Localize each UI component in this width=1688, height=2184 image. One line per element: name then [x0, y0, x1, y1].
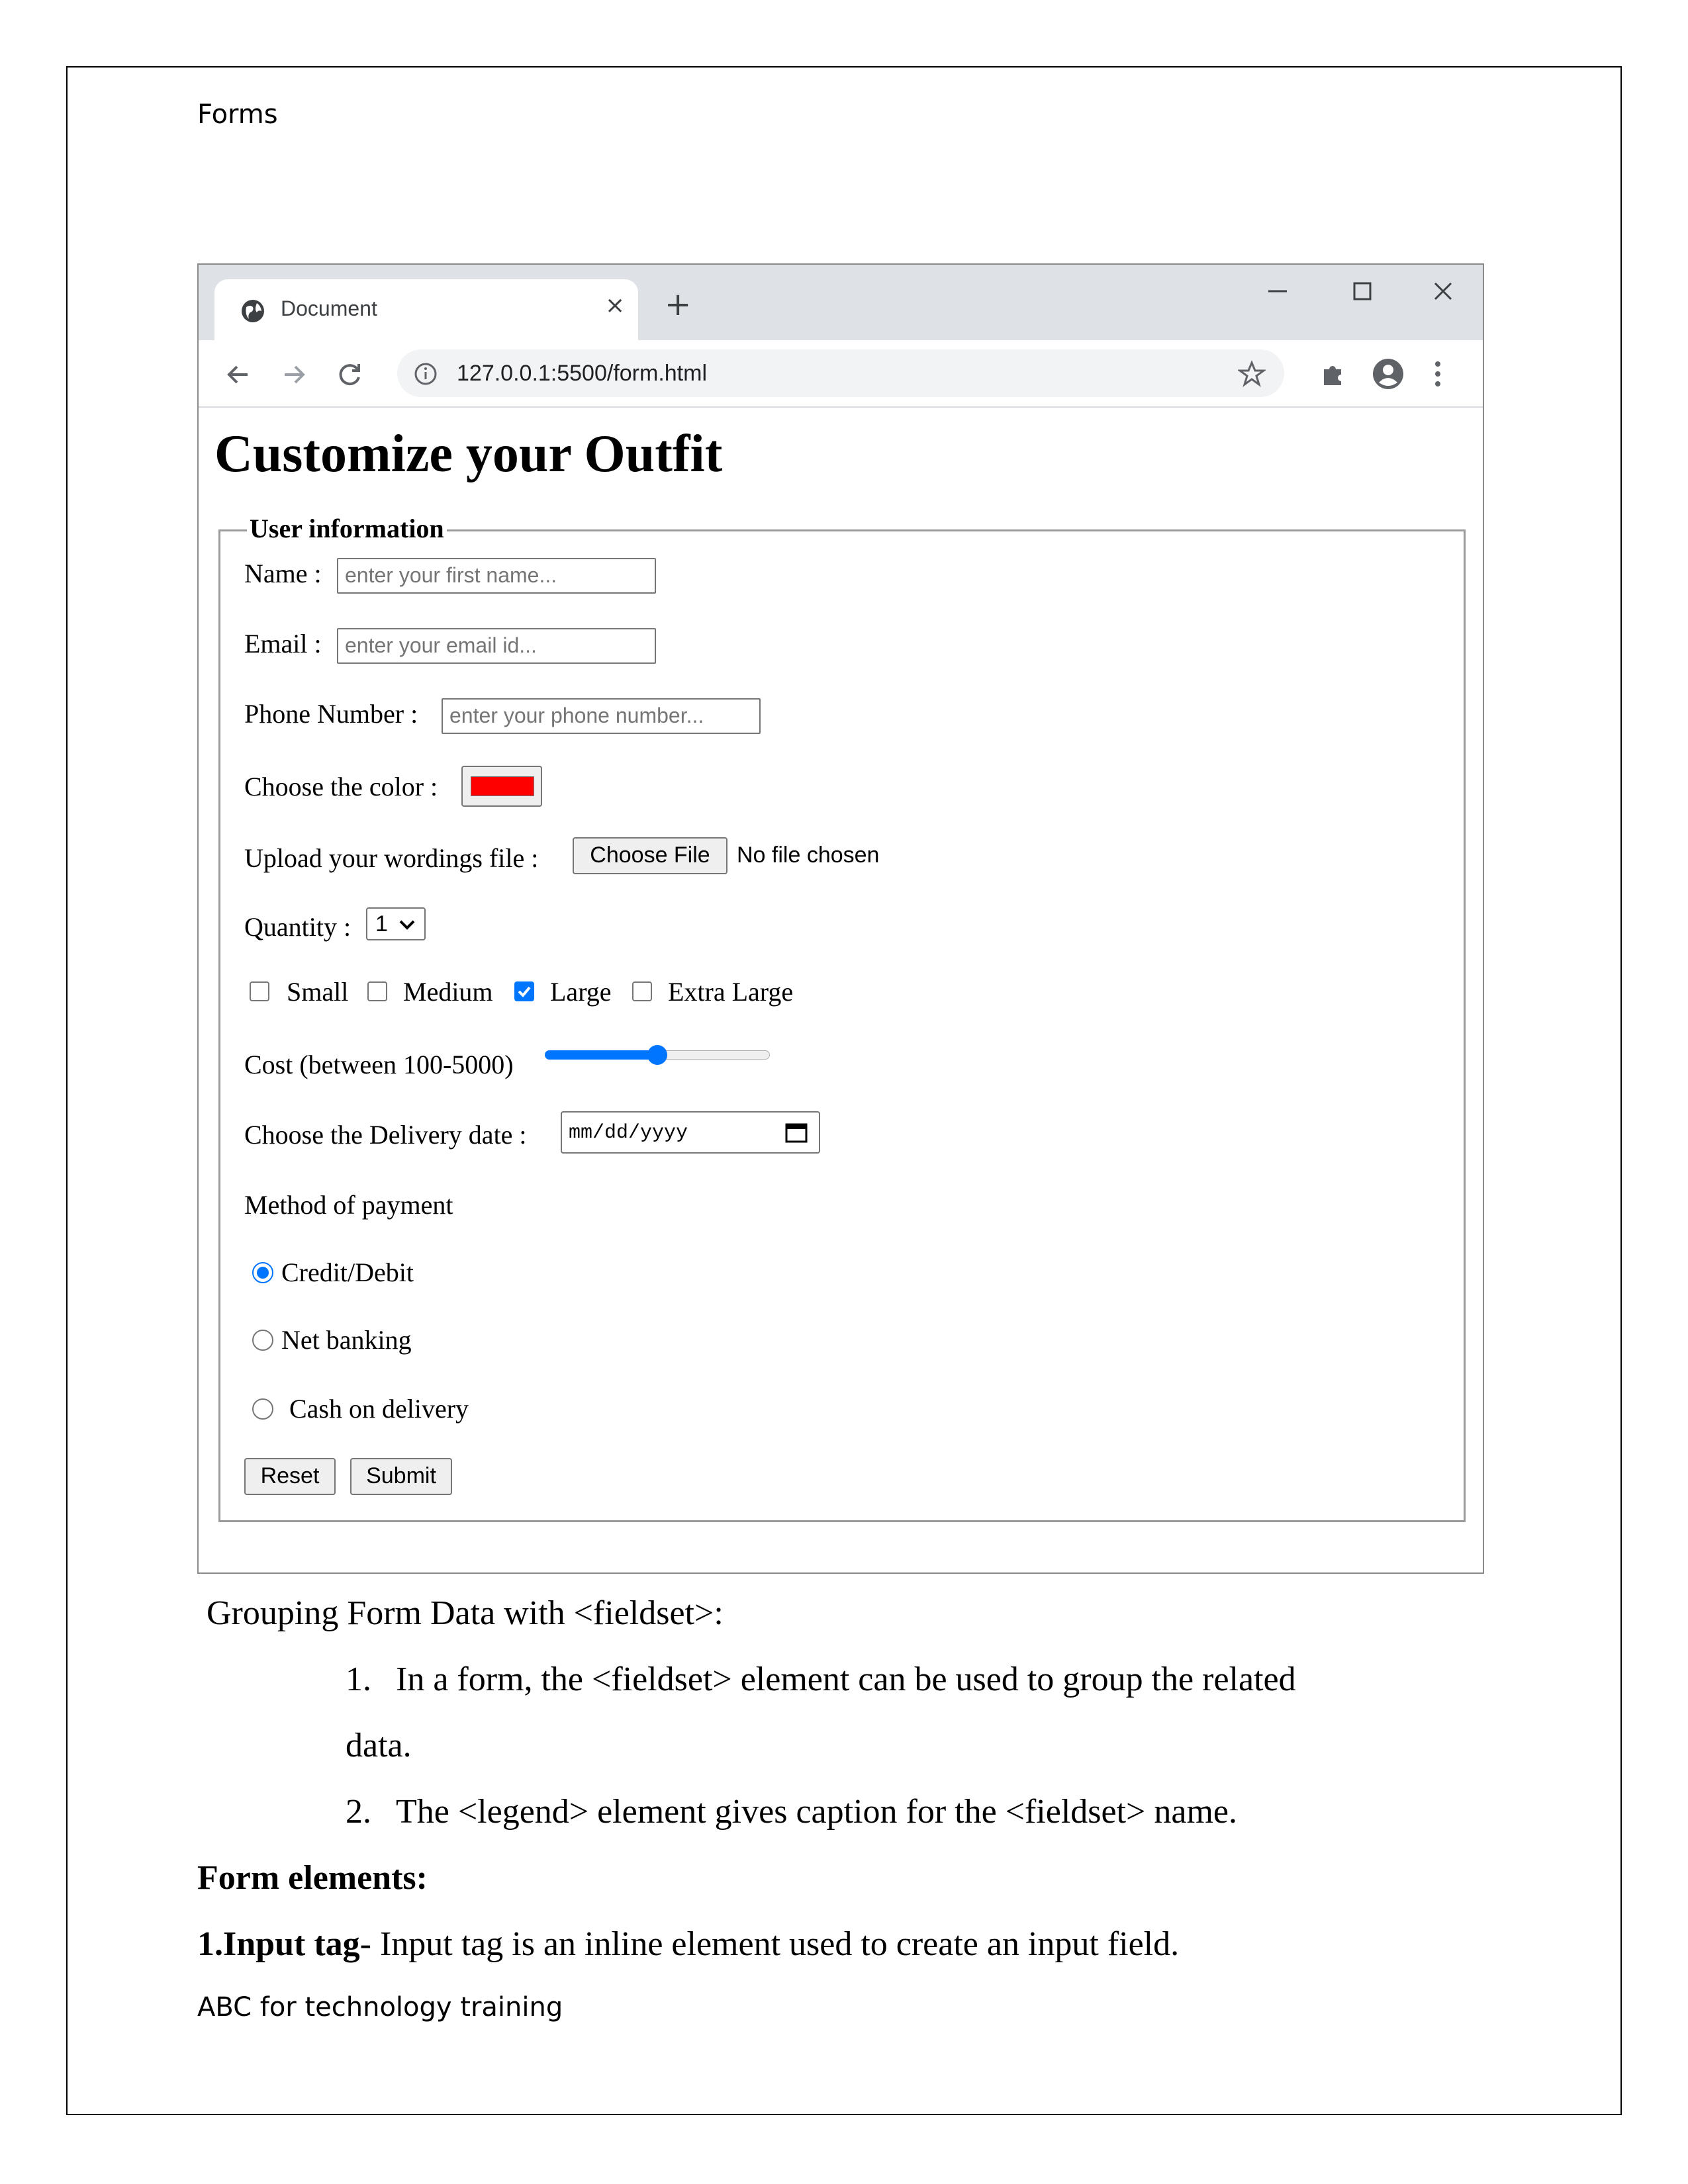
list-number-2: 2.	[346, 1793, 371, 1831]
no-file-text: No file chosen	[737, 842, 880, 868]
tab-title: Document	[281, 296, 377, 320]
address-bar[interactable]: 127.0.0.1:5500/form.html	[397, 349, 1284, 397]
phone-input[interactable]: enter your phone number...	[442, 698, 761, 734]
credit-debit-label: Credit/Debit	[281, 1257, 414, 1287]
tab-close-icon[interactable]: ×	[605, 294, 625, 318]
calendar-icon[interactable]	[784, 1120, 808, 1144]
quantity-label: Quantity :	[244, 912, 352, 942]
minimize-icon[interactable]	[1264, 278, 1291, 304]
cost-slider[interactable]	[545, 1045, 770, 1065]
chevron-down-icon	[399, 920, 415, 930]
size-small-checkbox[interactable]	[250, 981, 269, 1001]
form-title: Customize your Outfit	[214, 425, 723, 483]
color-picker[interactable]	[461, 766, 542, 807]
size-medium-checkbox[interactable]	[367, 981, 387, 1001]
cash-on-delivery-radio[interactable]	[252, 1398, 273, 1420]
size-small-label: Small	[287, 977, 349, 1007]
input-tag-text: - Input tag is an inline element used to…	[359, 1925, 1180, 1963]
color-label: Choose the color :	[244, 772, 438, 801]
form-elements-title: Form elements:	[197, 1859, 428, 1897]
menu-dots-icon[interactable]	[1431, 357, 1444, 390]
window-close-icon[interactable]	[1430, 278, 1456, 304]
delivery-date-label: Choose the Delivery date :	[244, 1120, 527, 1150]
list-item-1: In a form, the <fieldset> element can be…	[396, 1661, 1296, 1698]
page-viewport: Customize your Outfit User information N…	[199, 408, 1483, 1572]
input-tag-bold: 1.Input tag	[197, 1925, 360, 1963]
fieldset-legend: User information	[247, 512, 447, 546]
page-header: Forms	[197, 99, 278, 130]
forward-arrow-icon[interactable]	[278, 359, 310, 390]
url-text: 127.0.0.1:5500/form.html	[457, 361, 708, 386]
choose-file-button[interactable]: Choose File	[573, 837, 727, 874]
reload-icon[interactable]	[334, 359, 365, 390]
quantity-value: 1	[375, 911, 388, 936]
size-extra-large-checkbox[interactable]	[632, 981, 652, 1001]
email-label: Email :	[244, 629, 322, 659]
list-item-2: The <legend> element gives caption for t…	[396, 1793, 1237, 1831]
name-label: Name :	[244, 559, 322, 588]
browser-window: Document × + 127.0.0.1:5500/form.html Cu…	[197, 263, 1484, 1574]
tab-document[interactable]: Document ×	[214, 279, 638, 340]
list-number-1: 1.	[346, 1661, 371, 1698]
net-banking-radio[interactable]	[252, 1330, 273, 1351]
submit-button[interactable]: Submit	[350, 1458, 452, 1495]
extensions-icon[interactable]	[1317, 357, 1349, 389]
phone-label: Phone Number :	[244, 699, 418, 729]
info-icon[interactable]	[413, 361, 438, 387]
size-large-label: Large	[550, 977, 612, 1007]
user-information-fieldset: User information Name : enter your first…	[218, 512, 1466, 1522]
input-tag-line: 1.Input tag- Input tag is an inline elem…	[197, 1925, 1179, 1964]
name-input[interactable]: enter your first name...	[337, 558, 656, 594]
slider-fill	[545, 1050, 657, 1060]
page-footer: ABC for technology training	[197, 1992, 563, 2023]
list-item-1-continued: data.	[346, 1727, 412, 1764]
cash-on-delivery-label: Cash on delivery	[289, 1394, 469, 1424]
profile-icon[interactable]	[1372, 357, 1405, 390]
star-icon[interactable]	[1238, 360, 1266, 388]
credit-debit-radio[interactable]	[252, 1262, 273, 1283]
globe-icon	[242, 300, 264, 322]
size-extra-large-label: Extra Large	[668, 977, 794, 1007]
cost-label: Cost (between 100-5000)	[244, 1050, 514, 1079]
maximize-icon[interactable]	[1349, 278, 1376, 304]
reset-button[interactable]: Reset	[244, 1458, 336, 1495]
back-arrow-icon[interactable]	[222, 359, 254, 390]
upload-label: Upload your wordings file :	[244, 843, 539, 873]
checkmark-icon	[518, 986, 531, 997]
color-swatch	[471, 776, 534, 796]
grouping-heading: Grouping Form Data with <fieldset>:	[207, 1594, 724, 1632]
new-tab-button[interactable]: +	[665, 289, 691, 320]
quantity-select[interactable]: 1	[366, 907, 426, 940]
size-large-checkbox[interactable]	[514, 981, 534, 1001]
payment-method-label: Method of payment	[244, 1190, 453, 1220]
size-medium-label: Medium	[403, 977, 493, 1007]
tab-bar: Document × +	[199, 265, 1483, 340]
net-banking-label: Net banking	[281, 1325, 412, 1355]
email-input[interactable]: enter your email id...	[337, 628, 656, 664]
delivery-date-input[interactable]: mm/dd/yyyy	[561, 1111, 820, 1154]
date-placeholder: mm/dd/yyyy	[569, 1122, 688, 1144]
slider-thumb[interactable]	[647, 1045, 667, 1065]
browser-toolbar: 127.0.0.1:5500/form.html	[199, 340, 1483, 408]
